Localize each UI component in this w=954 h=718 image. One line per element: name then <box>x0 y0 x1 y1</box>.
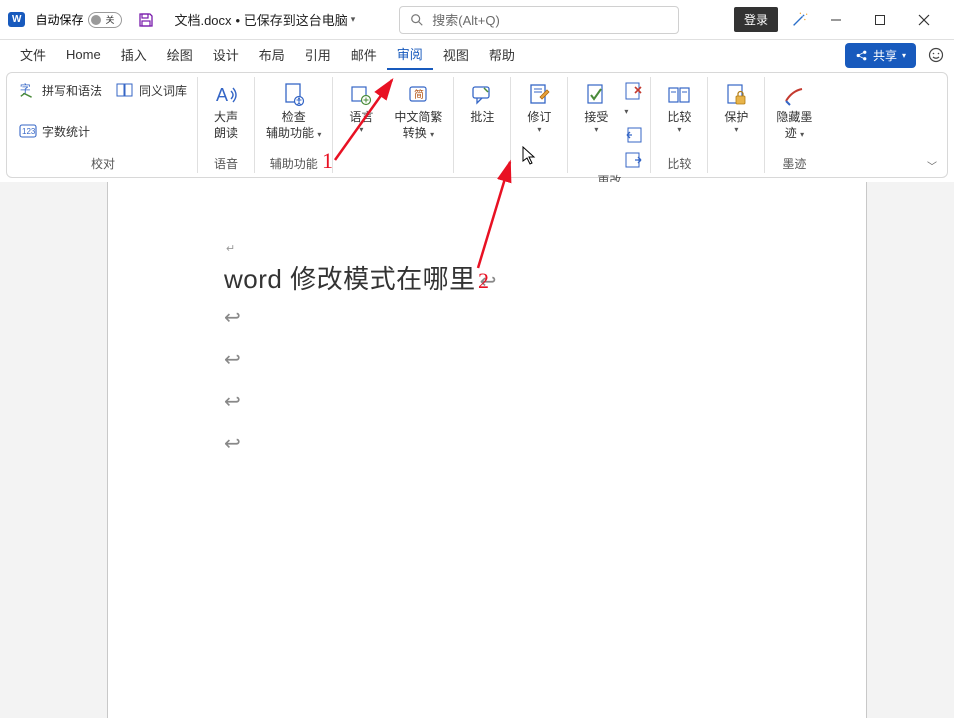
check-accessibility-button[interactable]: 检查辅助功能 ▾ <box>261 79 326 143</box>
tab-layout[interactable]: 布局 <box>249 41 295 69</box>
spellcheck-icon: 字 <box>19 81 37 99</box>
simplified-traditional-button[interactable]: 简 中文简繁转换 ▾ <box>389 79 447 143</box>
svg-text:A: A <box>216 85 228 105</box>
tab-help[interactable]: 帮助 <box>479 41 525 69</box>
ribbon: 字 拼写和语法 123 字数统计 同义词库 校对 A 大声朗读 <box>6 72 948 178</box>
accept-button[interactable]: 接受 ▾ <box>574 79 618 138</box>
search-placeholder: 搜索(Alt+Q) <box>432 10 500 29</box>
svg-text:123: 123 <box>22 127 36 136</box>
translate-icon: 简 <box>407 81 429 109</box>
group-label-proofing: 校对 <box>91 152 115 173</box>
titlebar: W 自动保存 关 文档.docx • 已保存到这台电脑 ▾ 搜索(Alt+Q) … <box>0 0 954 40</box>
thesaurus-icon <box>116 81 134 99</box>
return-mark-icon: ↩ <box>162 423 812 465</box>
wordcount-button[interactable]: 123 字数统计 <box>15 120 106 142</box>
track-changes-button[interactable]: 修订 ▾ <box>517 79 561 138</box>
coming-soon-icon[interactable] <box>790 11 808 29</box>
document-page[interactable]: ↵ word 修改模式在哪里↩ ↩ ↩ ↩ ↩ <box>107 182 867 718</box>
svg-text:简: 简 <box>414 88 424 101</box>
close-button[interactable] <box>902 0 946 40</box>
read-aloud-button[interactable]: A 大声朗读 <box>204 79 248 143</box>
track-icon <box>528 81 550 109</box>
spelling-grammar-button[interactable]: 字 拼写和语法 <box>15 79 106 101</box>
group-comments: 批注 <box>454 77 511 173</box>
wordcount-icon: 123 <box>19 122 37 140</box>
language-icon <box>350 81 372 109</box>
protect-button[interactable]: 保护 ▾ <box>714 79 758 138</box>
return-mark-icon: ↩ <box>162 381 812 423</box>
thesaurus-button[interactable]: 同义词库 <box>112 79 191 101</box>
paragraph-mark: ↵ <box>226 242 812 255</box>
tab-draw[interactable]: 绘图 <box>157 41 203 69</box>
group-protect: 保护 ▾ <box>708 77 765 173</box>
readaloud-icon: A <box>213 81 239 109</box>
return-mark-icon: ↩ <box>162 339 812 381</box>
chevron-down-icon: ▾ <box>902 51 906 60</box>
login-button[interactable]: 登录 <box>734 7 778 32</box>
ribbon-tabs: 文件 Home 插入 绘图 设计 布局 引用 邮件 审阅 视图 帮助 共享 ▾ <box>0 40 954 70</box>
group-ink: 隐藏墨迹 ▾ 墨迹 <box>765 77 823 173</box>
language-button[interactable]: 语言 ▾ <box>339 79 383 138</box>
group-changes: 接受 ▾ ▾ 更改 <box>568 77 651 173</box>
collapse-ribbon-icon[interactable]: ﹀ <box>927 158 937 173</box>
reject-button[interactable]: ▾ <box>624 81 644 119</box>
comments-button[interactable]: 批注 <box>460 79 504 127</box>
tab-design[interactable]: 设计 <box>203 41 249 69</box>
document-name[interactable]: 文档.docx <box>174 10 231 29</box>
accept-icon <box>585 81 607 109</box>
group-label-speech: 语音 <box>214 152 238 173</box>
protect-icon <box>725 81 747 109</box>
feedback-icon[interactable] <box>928 47 944 63</box>
save-icon[interactable] <box>138 12 154 28</box>
tab-references[interactable]: 引用 <box>295 41 341 69</box>
compare-button[interactable]: 比较 ▾ <box>657 79 701 138</box>
autosave-toggle[interactable]: 自动保存 关 <box>35 11 122 28</box>
group-label-accessibility: 辅助功能 <box>270 152 318 173</box>
document-status: • 已保存到这台电脑 <box>236 10 348 29</box>
title-caret-icon[interactable]: ▾ <box>351 14 356 25</box>
comment-icon <box>471 81 493 109</box>
tab-insert[interactable]: 插入 <box>111 41 157 69</box>
tab-review[interactable]: 审阅 <box>387 40 433 70</box>
share-icon <box>855 49 868 62</box>
tab-file[interactable]: 文件 <box>10 41 56 69</box>
minimize-button[interactable] <box>814 0 858 40</box>
toggle-switch[interactable]: 关 <box>88 12 122 28</box>
document-area: ↵ word 修改模式在哪里↩ ↩ ↩ ↩ ↩ <box>0 182 954 718</box>
tab-view[interactable]: 视图 <box>433 41 479 69</box>
accessibility-icon <box>282 81 306 109</box>
group-compare: 比较 ▾ 比较 <box>651 77 708 173</box>
share-button[interactable]: 共享 ▾ <box>845 43 916 68</box>
word-app-icon: W <box>8 12 25 27</box>
tab-mailings[interactable]: 邮件 <box>341 41 387 69</box>
group-label-compare: 比较 <box>667 152 691 173</box>
ink-icon <box>782 81 806 109</box>
previous-change-button[interactable] <box>624 126 644 144</box>
hide-ink-button[interactable]: 隐藏墨迹 ▾ <box>771 79 817 143</box>
group-language: 语言 ▾ 简 中文简繁转换 ▾ <box>333 77 454 173</box>
search-icon <box>410 13 424 27</box>
group-proofing: 字 拼写和语法 123 字数统计 同义词库 校对 <box>9 77 198 173</box>
next-change-button[interactable] <box>624 151 644 169</box>
return-mark-icon: ↩ <box>162 297 812 339</box>
maximize-button[interactable] <box>858 0 902 40</box>
search-input[interactable]: 搜索(Alt+Q) <box>399 6 679 34</box>
tab-home[interactable]: Home <box>56 43 111 67</box>
group-speech: A 大声朗读 语音 <box>198 77 255 173</box>
annotation-number-2: 2 <box>478 268 489 294</box>
group-tracking: 修订 ▾ <box>511 77 568 173</box>
annotation-number-1: 1 <box>322 148 333 174</box>
autosave-label: 自动保存 <box>35 11 83 28</box>
group-label-ink: 墨迹 <box>782 152 806 173</box>
compare-icon <box>667 81 691 109</box>
